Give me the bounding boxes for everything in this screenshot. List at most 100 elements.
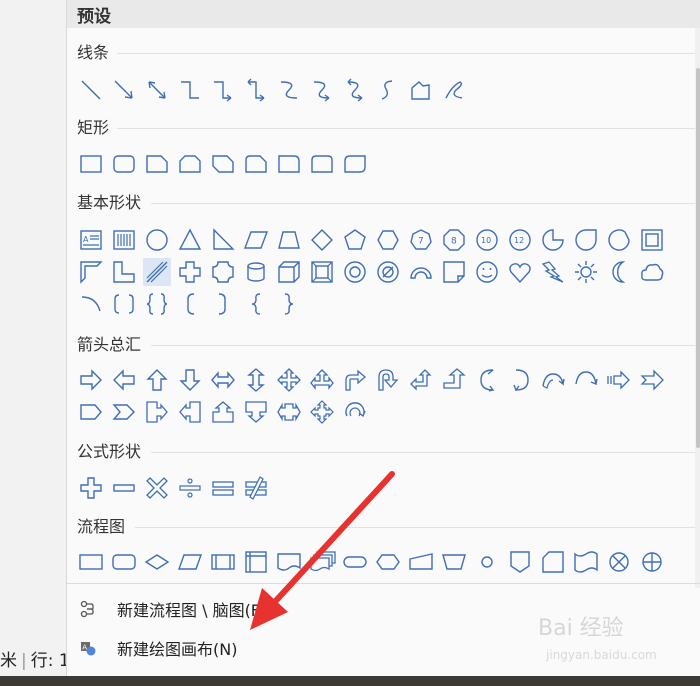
- shape-curvearrow-icon[interactable]: [308, 76, 336, 104]
- shape-arc-icon[interactable]: [77, 290, 105, 318]
- shape-elbowdbl-icon[interactable]: [242, 76, 270, 104]
- shape-anotch-icon[interactable]: [638, 366, 666, 394]
- shape-halfframe-icon[interactable]: [77, 258, 105, 286]
- shape-diagstripe-icon[interactable]: [143, 258, 171, 286]
- shape-dodec-icon[interactable]: 12: [506, 226, 534, 254]
- shape-hexagon-icon[interactable]: [374, 226, 402, 254]
- shape-rbrace-icon[interactable]: [275, 290, 303, 318]
- shape-alr-icon[interactable]: [209, 366, 237, 394]
- shape-plaque-icon[interactable]: [209, 258, 237, 286]
- shape-alru-icon[interactable]: [308, 366, 336, 394]
- shape-fterm-icon[interactable]: [341, 548, 369, 576]
- shape-moon-icon[interactable]: [605, 258, 633, 286]
- shape-alup-icon[interactable]: [407, 366, 435, 394]
- shape-rrect2-icon[interactable]: [308, 150, 336, 178]
- shape-acurvd-icon[interactable]: [572, 366, 600, 394]
- shape-cube-icon[interactable]: [275, 258, 303, 286]
- shape-rrect1-icon[interactable]: [275, 150, 303, 178]
- shape-faltproc-icon[interactable]: [110, 548, 138, 576]
- shape-fmanual-icon[interactable]: [407, 548, 435, 576]
- shape-fprep-icon[interactable]: [374, 548, 402, 576]
- shape-fpredef-icon[interactable]: [209, 548, 237, 576]
- scroll-thumb[interactable]: [696, 68, 700, 448]
- shape-fmultidoc-icon[interactable]: [308, 548, 336, 576]
- shape-cloud-icon[interactable]: [638, 258, 666, 286]
- shape-fminus-icon[interactable]: [110, 474, 138, 502]
- shape-scribble-icon[interactable]: [440, 76, 468, 104]
- shape-bolt-icon[interactable]: [539, 258, 567, 286]
- shape-heart-icon[interactable]: [506, 258, 534, 286]
- shape-dec-icon[interactable]: 10: [473, 226, 501, 254]
- shape-can-icon[interactable]: [242, 258, 270, 286]
- shape-diamond-icon[interactable]: [308, 226, 336, 254]
- shape-rrect-icon[interactable]: [110, 150, 138, 178]
- shape-fplus-icon[interactable]: [77, 474, 105, 502]
- shape-rbracket-icon[interactable]: [209, 290, 237, 318]
- shape-calloutd-icon[interactable]: [242, 398, 270, 426]
- shape-fmanualop-icon[interactable]: [440, 548, 468, 576]
- shape-elbowarrow-icon[interactable]: [209, 76, 237, 104]
- shape-fdecision-icon[interactable]: [143, 548, 171, 576]
- shape-finternal-icon[interactable]: [242, 548, 270, 576]
- shape-acurvr-icon[interactable]: [473, 366, 501, 394]
- shape-line-icon[interactable]: [77, 76, 105, 104]
- shape-hept-icon[interactable]: 7: [407, 226, 435, 254]
- shape-snip2-icon[interactable]: [176, 150, 204, 178]
- shape-plus-icon[interactable]: [176, 258, 204, 286]
- shape-abent-icon[interactable]: [341, 366, 369, 394]
- shape-dblarrow-icon[interactable]: [143, 76, 171, 104]
- shape-rrectd-icon[interactable]: [341, 150, 369, 178]
- shape-ftape-icon[interactable]: [572, 548, 600, 576]
- shape-rect-icon[interactable]: [77, 150, 105, 178]
- shape-lshape-icon[interactable]: [110, 258, 138, 286]
- shape-calloutl-icon[interactable]: [176, 398, 204, 426]
- shape-curvedbl-icon[interactable]: [341, 76, 369, 104]
- shape-circle-icon[interactable]: [143, 226, 171, 254]
- shape-scurve-icon[interactable]: [374, 76, 402, 104]
- shape-parallelogram-icon[interactable]: [242, 226, 270, 254]
- shape-fsumjunc-icon[interactable]: [605, 548, 633, 576]
- shape-calloutquad-icon[interactable]: [308, 398, 336, 426]
- shape-foffpage-icon[interactable]: [506, 548, 534, 576]
- shape-arrowline-icon[interactable]: [110, 76, 138, 104]
- shape-aquad-icon[interactable]: [275, 366, 303, 394]
- shape-pentagon-icon[interactable]: [341, 226, 369, 254]
- shape-vtext-icon[interactable]: [110, 226, 138, 254]
- shape-fmul-icon[interactable]: [143, 474, 171, 502]
- shape-foldcorner-icon[interactable]: [440, 258, 468, 286]
- shape-trapezoid-icon[interactable]: [275, 226, 303, 254]
- shape-textbox-icon[interactable]: A: [77, 226, 105, 254]
- shape-snip1-icon[interactable]: [143, 150, 171, 178]
- shape-pentarrow-icon[interactable]: [77, 398, 105, 426]
- shape-fdiv-icon[interactable]: [176, 474, 204, 502]
- shape-al-icon[interactable]: [110, 366, 138, 394]
- shape-ad-icon[interactable]: [176, 366, 204, 394]
- shape-bevel-icon[interactable]: [308, 258, 336, 286]
- shape-sun-icon[interactable]: [572, 258, 600, 286]
- shape-astripe-icon[interactable]: [605, 366, 633, 394]
- shape-circarrow-icon[interactable]: [341, 398, 369, 426]
- shape-acurvl-icon[interactable]: [506, 366, 534, 394]
- shape-fneq-icon[interactable]: [242, 474, 270, 502]
- shape-oct-icon[interactable]: 8: [440, 226, 468, 254]
- shape-lbrace-icon[interactable]: [242, 290, 270, 318]
- scrollbar[interactable]: [695, 28, 700, 588]
- shape-fconn-icon[interactable]: [473, 548, 501, 576]
- shape-sniprd-icon[interactable]: [242, 150, 270, 178]
- shape-auturn-icon[interactable]: [374, 366, 402, 394]
- shape-freeform-icon[interactable]: [407, 76, 435, 104]
- shape-feq-icon[interactable]: [209, 474, 237, 502]
- shape-chevron-icon[interactable]: [110, 398, 138, 426]
- shape-nosymbol-icon[interactable]: [374, 258, 402, 286]
- shape-dbracket-icon[interactable]: [110, 290, 138, 318]
- shape-curve-icon[interactable]: [275, 76, 303, 104]
- shape-pie-icon[interactable]: [539, 226, 567, 254]
- shape-rtriangle-icon[interactable]: [209, 226, 237, 254]
- shape-au-icon[interactable]: [143, 366, 171, 394]
- shape-fprocess-icon[interactable]: [77, 548, 105, 576]
- shape-blockarc-icon[interactable]: [407, 258, 435, 286]
- shape-for-icon[interactable]: [638, 548, 666, 576]
- shape-dbrace-icon[interactable]: [143, 290, 171, 318]
- shape-fdata-icon[interactable]: [176, 548, 204, 576]
- shape-fdoc-icon[interactable]: [275, 548, 303, 576]
